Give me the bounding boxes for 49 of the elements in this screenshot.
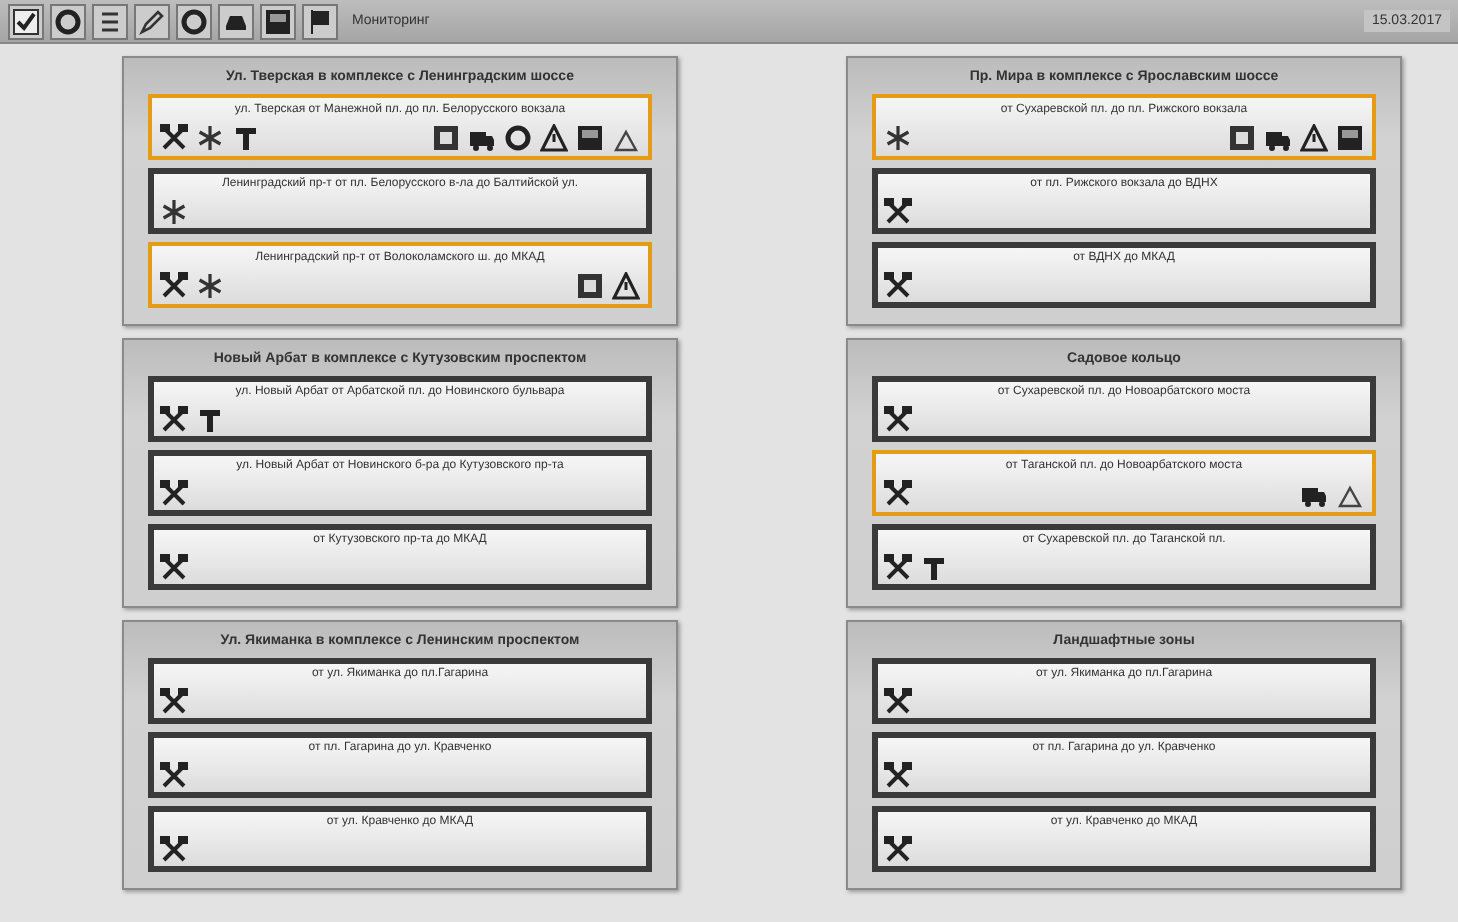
list-button[interactable] xyxy=(92,3,128,39)
snowflake-icon xyxy=(196,272,224,300)
check-icon xyxy=(12,7,40,35)
flag-button[interactable] xyxy=(302,3,338,39)
square-icon xyxy=(576,124,604,152)
t-bar-icon xyxy=(196,406,224,434)
refresh-button[interactable] xyxy=(50,3,86,39)
tools-icon xyxy=(884,762,912,790)
tools-icon xyxy=(884,554,912,582)
warning-icon xyxy=(612,124,640,152)
tools-icon xyxy=(160,406,188,434)
warning-icon xyxy=(612,272,640,300)
sign-icon xyxy=(432,124,460,152)
t-bar-icon xyxy=(232,124,260,152)
tools-icon xyxy=(160,554,188,582)
tools-icon xyxy=(160,124,188,152)
tools-icon xyxy=(884,836,912,864)
check-button[interactable] xyxy=(8,3,44,39)
tools-icon xyxy=(160,688,188,716)
sign-icon xyxy=(576,272,604,300)
list-icon xyxy=(96,7,124,35)
tools-icon xyxy=(160,836,188,864)
t-bar-icon xyxy=(920,554,948,582)
circle-icon xyxy=(504,124,532,152)
warning-icon xyxy=(540,124,568,152)
square-icon xyxy=(264,7,292,35)
tools-icon xyxy=(884,272,912,300)
tools-icon xyxy=(884,198,912,226)
tools-icon xyxy=(884,688,912,716)
tools-icon xyxy=(160,762,188,790)
tools-icon xyxy=(160,272,188,300)
sign-icon xyxy=(1228,124,1256,152)
car-button[interactable] xyxy=(218,3,254,39)
square-icon xyxy=(1336,124,1364,152)
tools-icon xyxy=(160,480,188,508)
square-button[interactable] xyxy=(260,3,296,39)
tools-icon xyxy=(884,406,912,434)
warning-icon xyxy=(1336,480,1364,508)
edit-icon xyxy=(138,7,166,35)
tools-icon xyxy=(884,480,912,508)
snowflake-icon xyxy=(196,124,224,152)
snowflake-icon xyxy=(884,124,912,152)
snowflake-icon xyxy=(160,198,188,226)
circle-button[interactable] xyxy=(176,3,212,39)
flag-icon xyxy=(306,7,334,35)
warning-icon xyxy=(1300,124,1328,152)
circle-icon xyxy=(180,7,208,35)
refresh-icon xyxy=(54,7,82,35)
edit-button[interactable] xyxy=(134,3,170,39)
